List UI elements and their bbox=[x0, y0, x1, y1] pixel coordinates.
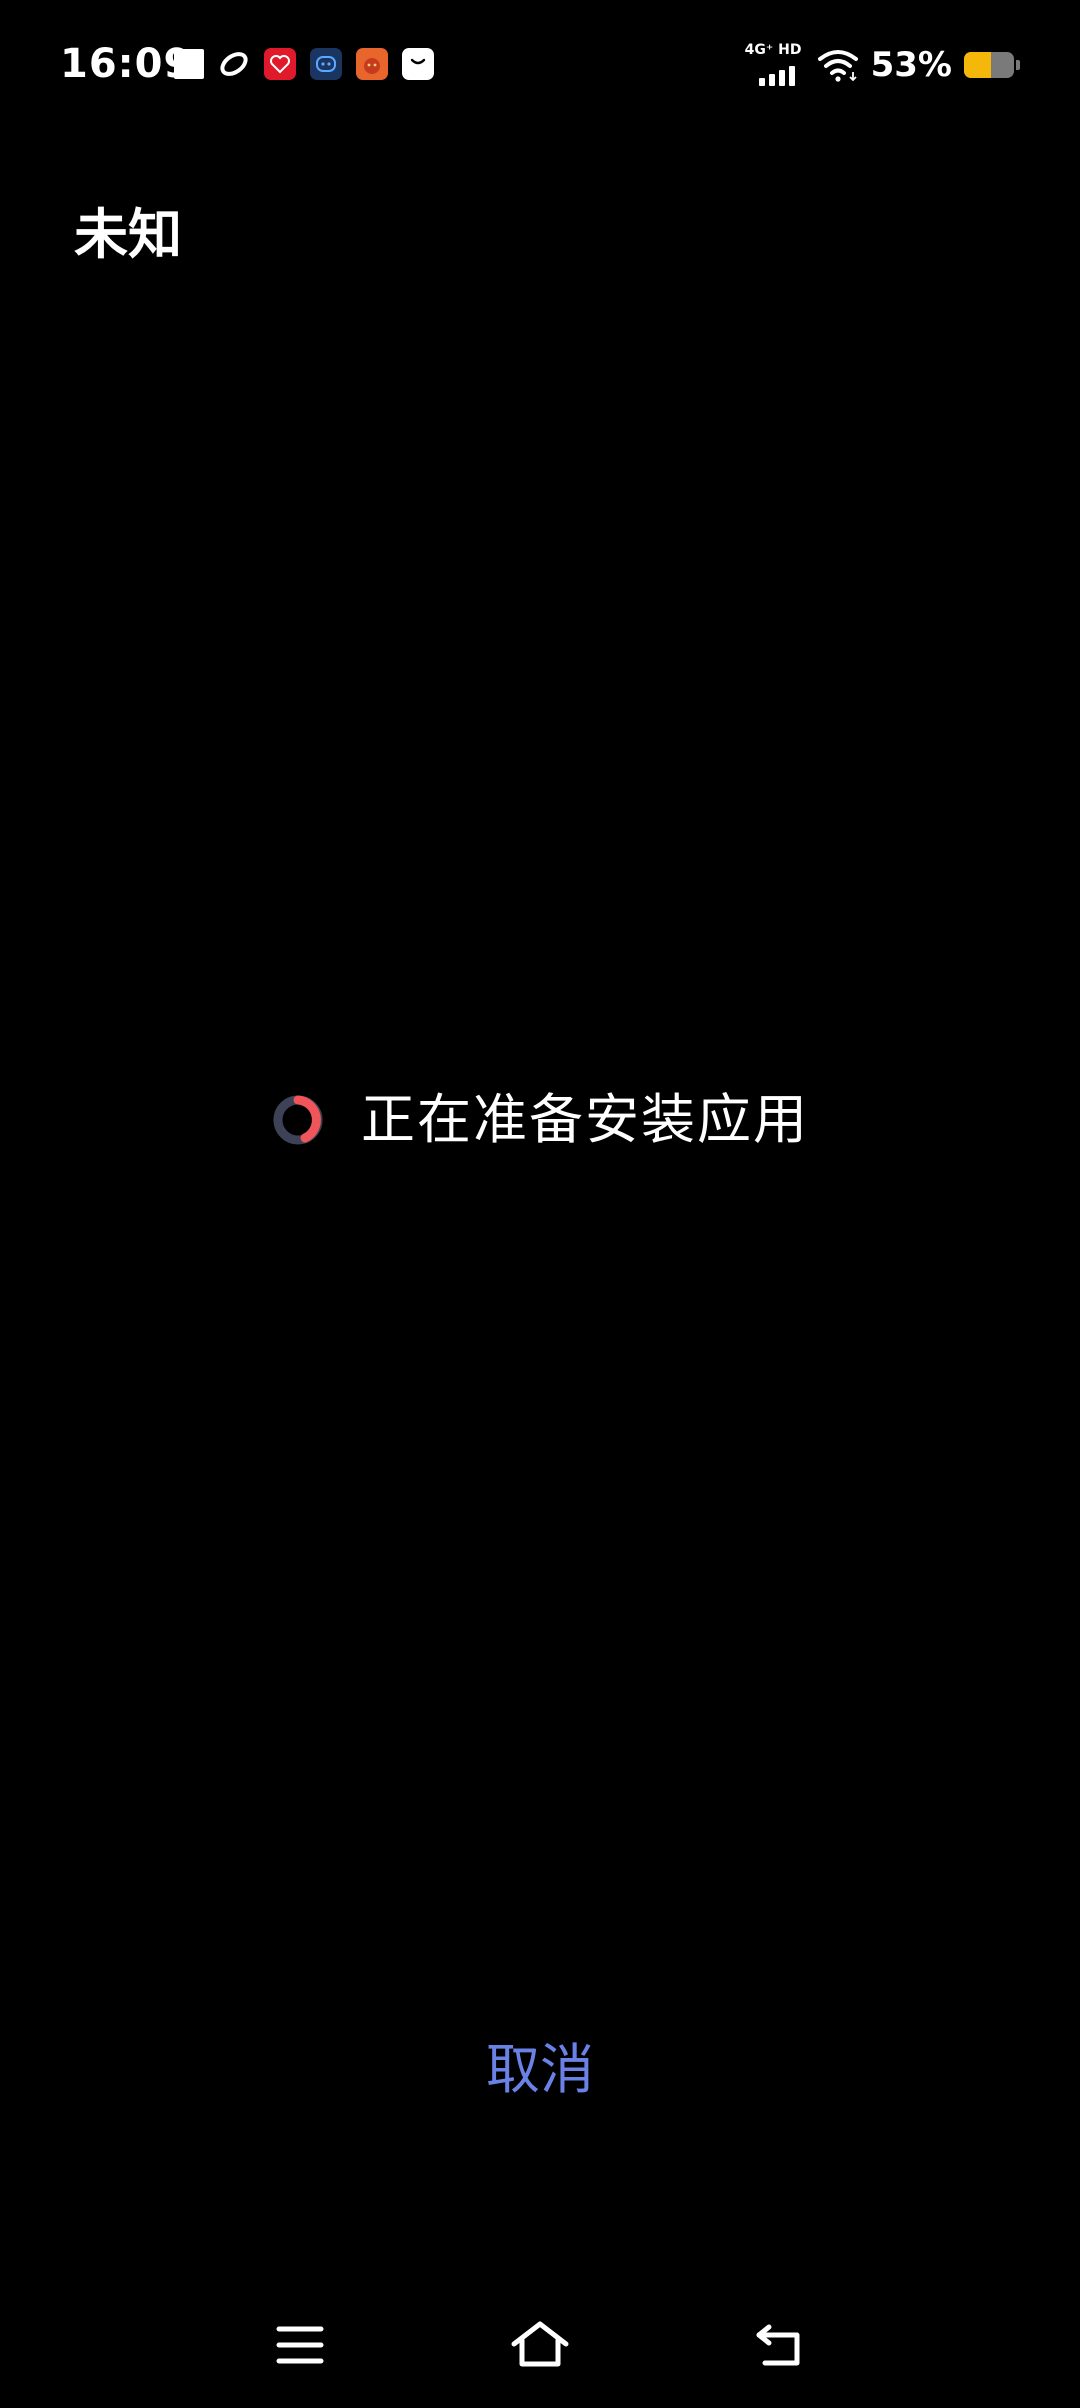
page-title: 未知 bbox=[74, 203, 182, 266]
status-right-group: 4G⁺ HD 53% bbox=[745, 40, 1020, 90]
wifi-icon bbox=[817, 50, 858, 82]
network-type-label: 4G⁺ HD bbox=[744, 42, 802, 58]
signal-bars bbox=[758, 66, 795, 86]
install-prepare-screen: 16:09 4G⁺ HD 53% 未知 正在准备安装应用 取消 bbox=[0, 0, 1080, 2408]
navigation-bar bbox=[0, 2300, 1080, 2390]
red-app-icon bbox=[264, 48, 296, 80]
menu-icon[interactable] bbox=[255, 2300, 345, 2390]
ring-app-icon bbox=[218, 48, 250, 80]
status-bar: 16:09 4G⁺ HD 53% bbox=[0, 0, 1080, 130]
progress-row: 正在准备安装应用 bbox=[0, 1080, 1080, 1160]
battery-cap bbox=[1016, 60, 1020, 70]
cellular-signal-icon: 4G⁺ HD bbox=[745, 42, 805, 88]
battery-percentage: 53% bbox=[870, 45, 952, 85]
orange-app-icon bbox=[356, 48, 388, 80]
notification-icons bbox=[174, 46, 434, 82]
loading-spinner-icon bbox=[273, 1095, 323, 1145]
battery-fill bbox=[964, 52, 991, 78]
battery-icon bbox=[964, 52, 1014, 78]
square-icon bbox=[174, 49, 204, 79]
status-time: 16:09 bbox=[60, 41, 193, 87]
back-icon[interactable] bbox=[735, 2300, 825, 2390]
cancel-button[interactable]: 取消 bbox=[440, 2030, 640, 2110]
blue-robot-app-icon bbox=[310, 48, 342, 80]
white-bag-app-icon bbox=[402, 48, 434, 80]
progress-message: 正在准备安装应用 bbox=[361, 1088, 809, 1151]
home-icon[interactable] bbox=[495, 2300, 585, 2390]
